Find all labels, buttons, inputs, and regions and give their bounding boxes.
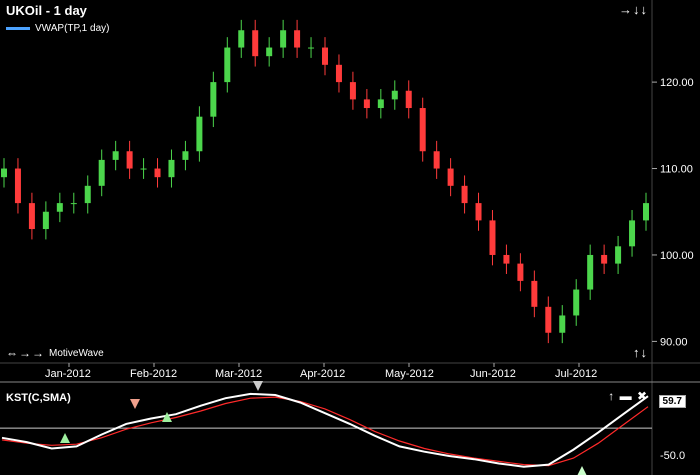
candle-body [252, 30, 259, 57]
candle-body [363, 99, 370, 109]
candle-body [461, 185, 468, 204]
kst-tick-label: -50.0 [660, 450, 685, 462]
candle-body [601, 254, 608, 264]
chart-title: UKOil - 1 day [6, 3, 87, 18]
candle-body [391, 90, 398, 100]
candle-body [503, 254, 510, 264]
brand-mark: ⇔→→ MotiveWave [6, 346, 104, 360]
candle-body [168, 159, 175, 178]
candle-body [112, 151, 119, 160]
candle-body [615, 246, 622, 264]
candle-body [28, 203, 35, 230]
candle-body [517, 263, 524, 281]
month-label: Jul-2012 [555, 368, 597, 380]
candle-body [322, 47, 328, 65]
kst-signal-line [1, 396, 649, 467]
candle-body [42, 211, 49, 230]
candle-body [377, 99, 384, 109]
candle-body [419, 108, 426, 152]
price-plot-svg[interactable]: 120.00 110.00 100.00 90.00 Jan-2012 Feb-2012 M… [0, 0, 700, 475]
arrow-right-icon[interactable]: → [619, 2, 633, 17]
candle-body [629, 220, 636, 247]
minimize-icon[interactable]: ▬ [620, 389, 633, 403]
brand-label: MotiveWave [49, 347, 104, 359]
arrow-up-icon[interactable]: ↑ [633, 345, 641, 360]
price-tick-label: 120.00 [660, 77, 694, 89]
month-label: May-2012 [385, 368, 434, 380]
candle-body [349, 82, 356, 100]
scroll-left-arrows-icon[interactable]: ⇔→→ [6, 346, 45, 360]
candle-body [182, 151, 189, 160]
candle-body [294, 30, 301, 48]
price-scale-arrows[interactable]: ↑↓ [633, 345, 648, 360]
close-icon[interactable]: ✖ [637, 389, 648, 403]
vwap-legend-label: VWAP(TP,1 day) [35, 23, 110, 34]
month-label: Apr-2012 [300, 368, 345, 380]
candle-body [266, 47, 273, 57]
vwap-legend[interactable]: VWAP(TP,1 day) [6, 23, 109, 34]
candle-body [475, 203, 482, 221]
candle-body [14, 168, 21, 204]
candle-body [126, 151, 133, 169]
arrow-down-icon[interactable]: ↓ [641, 345, 649, 360]
candle-body [405, 90, 412, 109]
candle-body [643, 203, 649, 221]
candle-body [308, 47, 315, 49]
candle-body [1, 168, 7, 178]
candle-body [559, 315, 566, 333]
candle-body [587, 254, 594, 290]
month-label: Jan-2012 [45, 368, 91, 380]
candle-body [335, 64, 342, 83]
price-chart[interactable]: 120.00 110.00 100.00 90.00 Jan-2012 Feb-2012 M… [0, 0, 700, 475]
price-tick-label: 110.00 [660, 164, 693, 176]
candle-body [84, 185, 91, 204]
price-tick-label: 100.00 [660, 250, 694, 262]
indicator-controls[interactable]: ↑ ▬ ✖ [608, 389, 648, 403]
candle-body [98, 159, 105, 186]
sell-signal-marker [253, 381, 263, 391]
buy-signal-marker [60, 433, 70, 443]
month-label: Jun-2012 [470, 368, 516, 380]
vwap-legend-swatch [6, 27, 30, 30]
arrow-down-icon[interactable]: ↓ [633, 2, 641, 17]
candle-body [140, 168, 147, 170]
candle-body [489, 220, 496, 255]
month-label: Mar-2012 [215, 368, 262, 380]
candle-body [433, 151, 440, 169]
candle-body [531, 280, 538, 307]
candle-body [56, 203, 63, 212]
candle-body [196, 116, 203, 152]
candle-body [210, 82, 217, 117]
sell-signal-marker [130, 399, 140, 409]
candle-body [545, 306, 552, 333]
kst-value-badge: 59.7 [658, 395, 686, 408]
buy-signal-marker [577, 466, 587, 475]
candle-body [238, 30, 245, 48]
candle-body [280, 30, 287, 48]
candle-body [224, 47, 231, 83]
kst-indicator-title: KST(C,SMA) [6, 392, 71, 404]
candle-body [70, 203, 77, 205]
candle-body [154, 168, 161, 178]
month-label: Feb-2012 [130, 368, 177, 380]
kst-main-line [1, 392, 649, 468]
candle-body [447, 168, 454, 186]
top-nav-arrows[interactable]: →↓↓ [619, 2, 648, 17]
candle-body [573, 289, 580, 316]
arrow-up-icon[interactable]: ↑ [608, 389, 615, 403]
arrow-down-double-icon[interactable]: ↓ [641, 2, 649, 17]
price-tick-label: 90.00 [660, 336, 688, 348]
